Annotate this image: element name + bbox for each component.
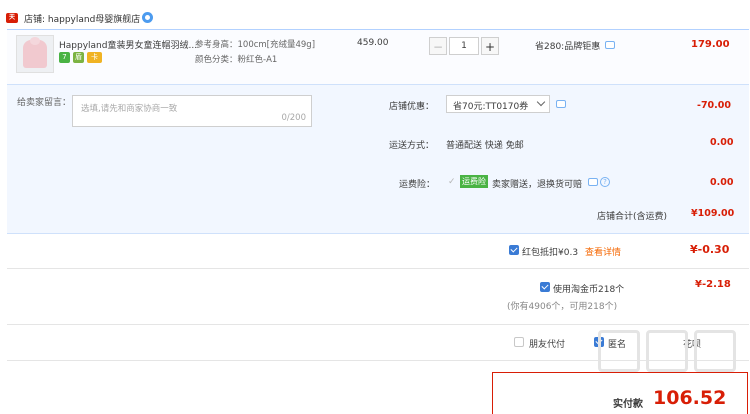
check-icon: ✓ (448, 177, 456, 187)
order-item-row: Happyland童装男女童连帽羽绒... 7 盾 卡 参考身高：100cm[充… (7, 29, 749, 85)
coins-value: ¥-2.18 (695, 279, 731, 290)
shipping-insurance-label: 运费险： (399, 180, 436, 190)
coins-label: 使用淘金币218个 (553, 285, 625, 295)
item-thumbnail[interactable] (16, 35, 54, 73)
shipping-value: 0.00 (710, 137, 734, 148)
quantity-input[interactable]: 1 (449, 37, 479, 55)
shipping-insurance-text: 卖家赠送，退换货可赔 (492, 180, 583, 190)
message-textarea[interactable]: 选填,请先和商家协商一致 0/200 (72, 95, 312, 127)
shop-name[interactable]: 店铺: happyland母婴旗舰店 (24, 12, 140, 25)
message-placeholder: 选填,请先和商家协商一致 (81, 104, 178, 114)
shop-total-value: ¥109.00 (691, 208, 735, 219)
quantity-plus-button[interactable]: + (481, 37, 499, 55)
actual-payment-box: 实付款 106.52 (492, 372, 748, 414)
coat-image (23, 37, 47, 68)
friend-pay-label: 朋友代付 (529, 340, 566, 350)
item-title[interactable]: Happyland童装男女童连帽羽绒... (59, 38, 197, 51)
message-label: 给卖家留言： (17, 98, 72, 108)
message-char-count: 0/200 (281, 113, 307, 123)
red-packet-details-link[interactable]: 查看详情 (585, 245, 621, 258)
wangwang-icon[interactable] (142, 12, 153, 23)
shop-coupon-selected: 省70元:TT0170券 (453, 102, 529, 112)
actual-payment-label: 实付款 (613, 399, 643, 410)
watermark-glyph (646, 330, 688, 372)
red-packet-row: 红包抵扣¥0.3 查看详情 ¥-0.30 (7, 232, 749, 269)
shipping-label: 运送方式： (389, 141, 435, 151)
shop-header: 天 店铺: happyland母婴旗舰店 (0, 7, 750, 29)
coins-note: (你有4906个，可用218个) (507, 302, 618, 312)
shipping-method: 普通配送 快递 免邮 (446, 141, 524, 151)
help-icon[interactable]: ? (600, 177, 610, 187)
guarantee-icon[interactable]: 盾 (73, 52, 84, 63)
friend-pay-checkbox[interactable] (514, 337, 524, 347)
red-packet-checkbox[interactable] (509, 245, 519, 255)
quantity-stepper: − 1 + (429, 37, 499, 55)
shop-coupon-value: -70.00 (697, 100, 731, 111)
red-packet-label: 红包抵扣¥0.3 (522, 248, 579, 258)
shipping-insurance-value: 0.00 (710, 177, 734, 188)
sku-color: 颜色分类：粉红色-A1 (195, 55, 278, 65)
shop-total-label: 店铺合计(含运费) (597, 212, 668, 222)
watermark-glyph (694, 330, 736, 372)
item-subtotal: 179.00 (691, 39, 730, 50)
item-discount: 省280:品牌钜惠 (535, 42, 601, 52)
chat-icon[interactable] (588, 178, 598, 186)
sku-height: 参考身高：100cm[充绒量49g] (195, 40, 316, 50)
tmall-logo-icon: 天 (6, 13, 18, 23)
unit-price: 459.00 (357, 38, 389, 48)
shop-coupon-label: 店铺优惠： (389, 102, 435, 112)
actual-payment-value: 106.52 (653, 387, 727, 409)
watermark-glyph (598, 330, 640, 372)
credit-card-icon[interactable]: 卡 (87, 52, 102, 63)
chat-icon[interactable] (556, 100, 566, 108)
taobao-coins-row: 使用淘金币218个 (你有4906个，可用218个) ¥-2.18 (7, 268, 749, 325)
quantity-minus-button[interactable]: − (429, 37, 447, 55)
shop-coupon-select[interactable]: 省70元:TT0170券 (446, 95, 550, 113)
chevron-down-icon (536, 97, 546, 107)
chat-icon[interactable] (605, 41, 615, 49)
order-options-section: 给卖家留言： 选填,请先和商家协商一致 0/200 店铺优惠： 省70元:TT0… (7, 84, 749, 234)
red-packet-value: ¥-0.30 (690, 243, 730, 256)
coins-checkbox[interactable] (540, 282, 550, 292)
shipping-insurance-badge: 运费险 (460, 175, 488, 188)
seven-day-return-icon[interactable]: 7 (59, 52, 70, 63)
